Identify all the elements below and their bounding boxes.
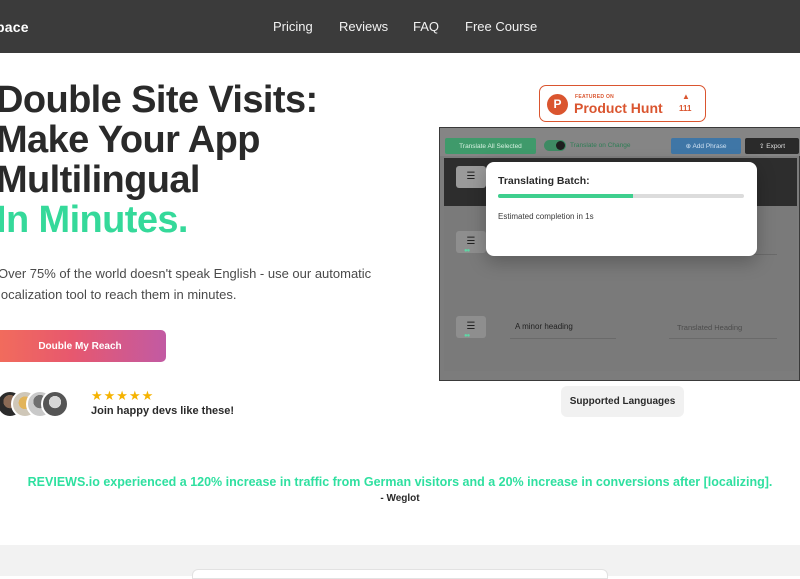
progress-fill — [498, 194, 634, 198]
nav-link-reviews[interactable]: Reviews — [339, 19, 388, 34]
product-hunt-badge[interactable]: P FEATURED ON Product Hunt ▲ 111 — [539, 85, 706, 122]
next-section-card — [192, 569, 608, 579]
status-dots: ●● — [464, 333, 470, 339]
hero-subtext: Over 75% of the world doesn't speak Engl… — [0, 266, 372, 302]
nav-link-pricing[interactable]: Pricing — [273, 19, 313, 34]
export-button[interactable]: ⇪ Export — [745, 138, 799, 154]
nav-link-free-course[interactable]: Free Course — [465, 19, 537, 34]
export-label: Export — [766, 143, 786, 150]
mockup-toolbar: Translate All Selected Translate on Chan… — [440, 128, 800, 156]
add-phrase-label: Add Phrase — [692, 143, 727, 150]
modal-title: Translating Batch: — [498, 175, 590, 187]
brand-logo[interactable]: pace — [0, 19, 29, 35]
source-phrase[interactable]: A minor heading — [515, 322, 573, 331]
translate-all-button[interactable]: Translate All Selected — [445, 138, 536, 154]
testimonial-quote: REVIEWS.io experienced a 120% increase i… — [27, 475, 773, 489]
nav-link-faq[interactable]: FAQ — [413, 19, 439, 34]
translated-phrase[interactable]: Translated Heading — [677, 323, 742, 332]
avatar-group — [0, 390, 86, 420]
upvote-arrow-icon: ▲ — [682, 92, 690, 101]
headline-line-1: Double Site Visits: — [0, 79, 318, 121]
sliders-icon[interactable]: ☰ — [456, 316, 486, 338]
headline-accent: In Minutes. — [0, 199, 188, 241]
headline-line-3: Multilingual — [0, 159, 200, 201]
progress-bar — [498, 194, 744, 198]
ph-name: Product Hunt — [574, 100, 663, 116]
toggle-label: Translate on Change — [570, 142, 631, 149]
product-hunt-icon: P — [547, 94, 568, 115]
double-my-reach-button[interactable]: Double My Reach — [0, 330, 166, 362]
rating-stars: ★★★★★ — [91, 388, 155, 403]
field-underline — [669, 338, 777, 339]
sliders-icon[interactable]: ☰ — [456, 166, 486, 188]
hero-headline: Double Site Visits: Make Your App Multil… — [0, 80, 318, 240]
sliders-icon[interactable]: ☰ — [456, 231, 486, 253]
completion-estimate: Estimated completion in 1s — [498, 212, 594, 221]
add-phrase-button[interactable]: ⊕ Add Phrase — [671, 138, 741, 154]
status-dots: ●● — [464, 248, 470, 254]
social-proof-text: Join happy devs like these! — [91, 405, 235, 417]
translate-on-change-toggle[interactable] — [544, 140, 566, 151]
translating-batch-modal: Translating Batch: Estimated completion … — [486, 162, 757, 256]
avatar — [41, 390, 69, 418]
supported-languages-button[interactable]: Supported Languages — [561, 386, 684, 417]
testimonial-author: - Weglot — [380, 493, 420, 504]
top-nav: pace Pricing Reviews FAQ Free Course — [0, 0, 800, 53]
field-underline — [510, 338, 616, 339]
headline-line-2: Make Your App — [0, 119, 260, 161]
ph-upvote-count: 111 — [679, 104, 692, 113]
